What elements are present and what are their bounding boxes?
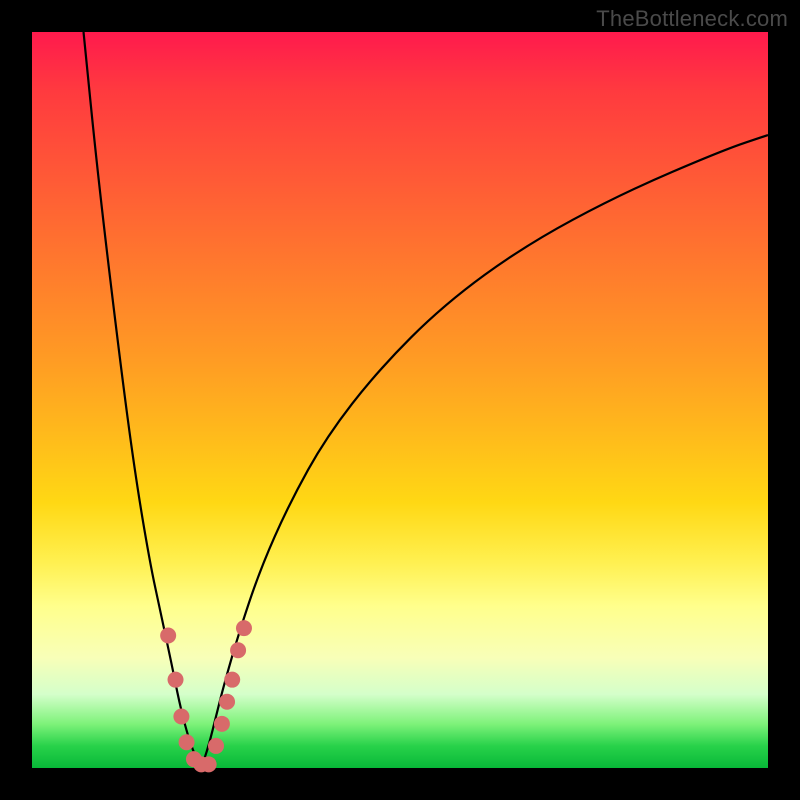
highlight-dot [201, 756, 217, 772]
highlight-dot [168, 672, 184, 688]
curve-left-branch [84, 32, 202, 768]
highlight-dot [208, 738, 224, 754]
chart-frame: TheBottleneck.com [0, 0, 800, 800]
watermark-text: TheBottleneck.com [596, 6, 788, 32]
highlight-dot [173, 708, 189, 724]
highlight-dot [236, 620, 252, 636]
highlight-dot [214, 716, 230, 732]
highlight-dots-group [160, 620, 252, 772]
highlight-dot [160, 628, 176, 644]
highlight-dot [219, 694, 235, 710]
curve-right-branch [201, 135, 768, 768]
chart-svg [32, 32, 768, 768]
plot-area [32, 32, 768, 768]
highlight-dot [179, 734, 195, 750]
highlight-dot [224, 672, 240, 688]
highlight-dot [230, 642, 246, 658]
